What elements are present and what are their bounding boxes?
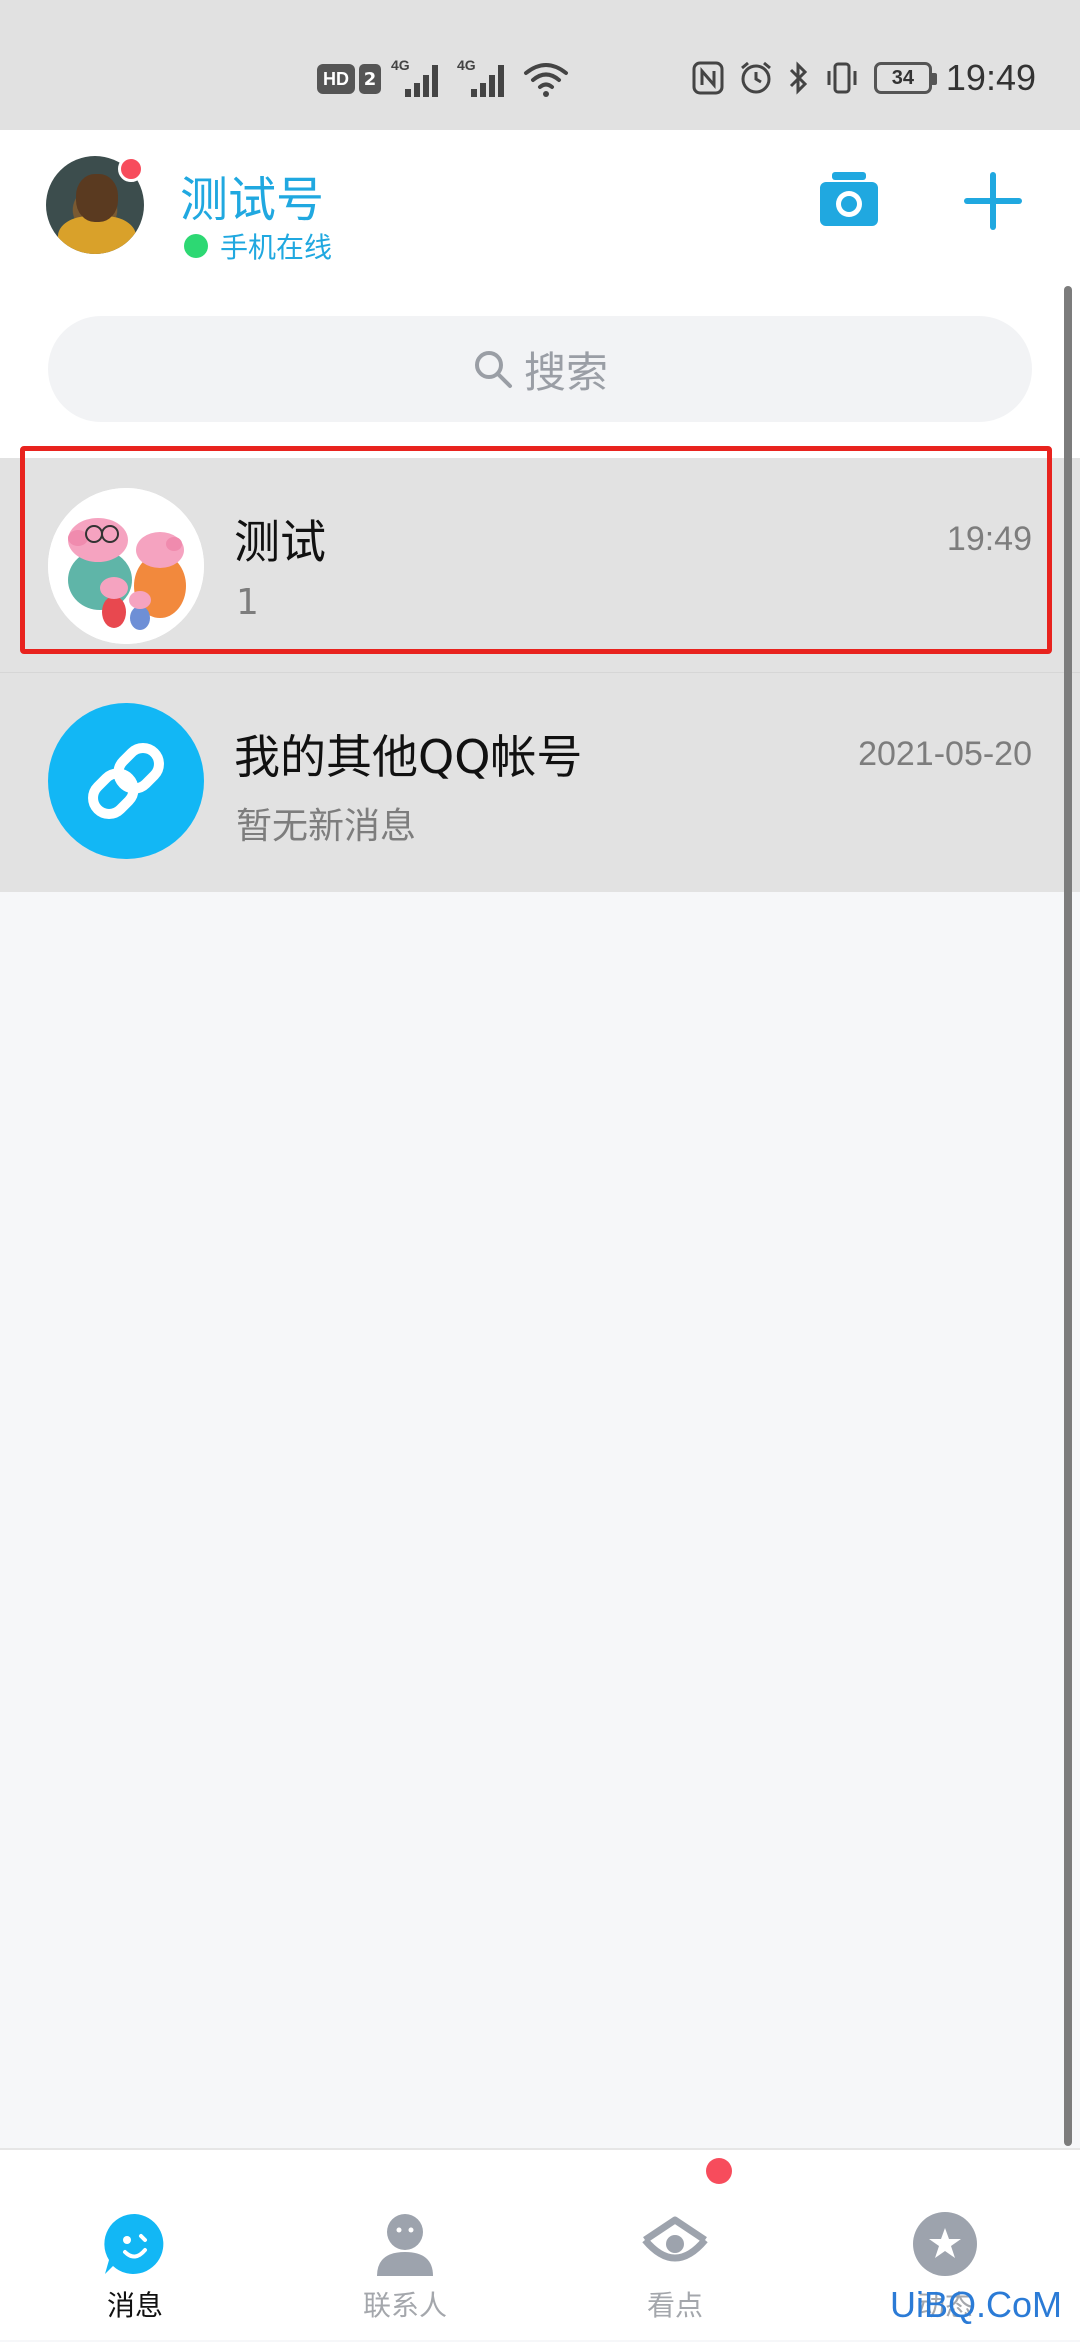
online-indicator-icon: [184, 234, 208, 258]
chat-time: 19:49: [946, 520, 1032, 558]
hd-voice-indicator: HD 2: [317, 64, 381, 94]
add-button[interactable]: [962, 170, 1024, 232]
plus-icon: [964, 172, 1022, 230]
status-time: 19:49: [945, 57, 1036, 98]
peppa-family-avatar-icon: [48, 488, 204, 644]
tab-label: 消息: [106, 2289, 163, 2322]
avatar-figure-face: [76, 174, 118, 222]
account-name[interactable]: 测试号: [180, 160, 324, 230]
battery-indicator: 34: [873, 62, 937, 94]
tab-messages[interactable]: 消息: [0, 2150, 270, 2342]
camera-button[interactable]: [818, 170, 880, 228]
search-icon: [474, 351, 512, 388]
status-left-group: HD 2 4G 4G: [317, 54, 569, 104]
list-item[interactable]: 测试 1 19:49: [0, 458, 1080, 672]
chat-preview: 暂无新消息: [236, 806, 417, 847]
wifi-icon: [524, 63, 568, 97]
app-header: 测试号 手机在线: [0, 130, 1080, 290]
tab-contacts[interactable]: 联系人: [270, 2150, 540, 2342]
avatar: [48, 488, 204, 644]
chat-title: 测试: [234, 515, 326, 569]
contacts-icon: [377, 2214, 433, 2276]
list-item[interactable]: 我的其他QQ帐号 暂无新消息 2021-05-20: [0, 672, 1080, 892]
network-type-label: 4G: [457, 57, 476, 73]
scrollbar[interactable]: [1064, 286, 1072, 2146]
signal-icon: 4G: [457, 57, 513, 99]
watermark: UiBQ.CoM: [889, 2284, 1062, 2325]
chat-preview: 1: [236, 582, 259, 623]
nfc-icon: [692, 61, 724, 95]
message-icon: [104, 2213, 164, 2274]
online-status-label: 手机在线: [220, 231, 333, 264]
signal-icon: 4G: [391, 57, 447, 99]
tab-badge-dot: [706, 2158, 732, 2184]
vibrate-icon: [827, 62, 857, 94]
search-placeholder: 搜索: [523, 347, 608, 397]
eye-icon: [642, 2216, 708, 2262]
tab-discover[interactable]: 看点: [540, 2150, 810, 2342]
star-icon: [913, 2212, 977, 2276]
search-input[interactable]: 搜索: [48, 316, 1032, 422]
status-right-group: 34 19:49: [692, 48, 1036, 108]
chat-title: 我的其他QQ帐号: [234, 730, 583, 784]
bluetooth-icon: [789, 61, 808, 95]
alarm-icon: [740, 61, 771, 94]
online-status[interactable]: 手机在线: [184, 226, 332, 266]
chat-list: 测试 1 19:49 我的其他QQ帐号 暂无新消息 2021-05-20: [0, 458, 1080, 892]
tab-label: 联系人: [362, 2289, 447, 2322]
status-bar: HD 2 4G 4G 34 19:49: [0, 0, 1080, 130]
hd-label: HD: [317, 64, 355, 94]
network-type-label: 4G: [391, 57, 410, 73]
camera-icon: [820, 172, 878, 226]
hd-slot: 2: [359, 64, 381, 94]
link-icon: [88, 743, 164, 819]
avatar: [48, 703, 204, 859]
search-section: 搜索: [0, 290, 1080, 458]
notification-dot: [118, 156, 144, 182]
tab-label: 看点: [646, 2289, 703, 2322]
chat-time: 2021-05-20: [858, 735, 1032, 773]
